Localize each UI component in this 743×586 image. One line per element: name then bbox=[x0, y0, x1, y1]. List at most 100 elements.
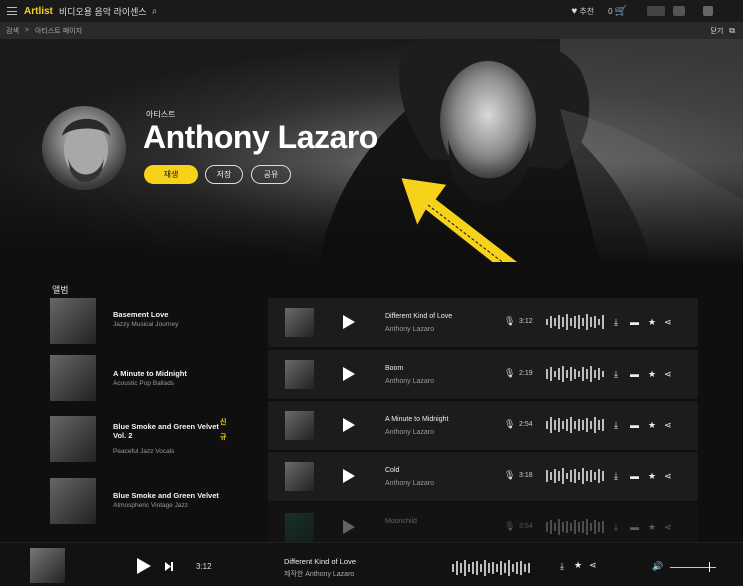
album-item[interactable]: Basement Love Jazzy Musical Journey bbox=[50, 298, 240, 344]
album-cover bbox=[50, 416, 96, 462]
folder-icon[interactable]: ▬ bbox=[630, 522, 639, 532]
recommend-link[interactable]: 추천 bbox=[579, 6, 594, 17]
track-artist[interactable]: Anthony Lazaro bbox=[385, 378, 434, 385]
play-icon[interactable] bbox=[343, 315, 355, 329]
track-name[interactable]: Different Kind of Love bbox=[385, 313, 452, 320]
share-icon[interactable]: ⋖ bbox=[664, 317, 672, 328]
artist-hero: 아티스트 Anthony Lazaro 재생 저장 공유 bbox=[0, 39, 743, 262]
vocal-icon: 🎙 bbox=[504, 368, 516, 378]
track-cover bbox=[285, 360, 314, 389]
volume-icon[interactable]: 🔊 bbox=[652, 561, 663, 572]
album-title[interactable]: Basement Love bbox=[113, 310, 223, 319]
volume-handle[interactable] bbox=[709, 562, 710, 572]
heart-icon[interactable]: ♥ bbox=[571, 6, 577, 17]
track-name[interactable]: Moonchild bbox=[385, 518, 417, 525]
breadcrumb-separator: > bbox=[24, 27, 29, 34]
player-time: 3:12 bbox=[196, 562, 212, 571]
star-icon[interactable]: ★ bbox=[648, 471, 656, 482]
track-cover bbox=[285, 308, 314, 337]
track-artist[interactable]: Anthony Lazaro bbox=[385, 480, 434, 487]
album-title[interactable]: A Minute to Midnight bbox=[113, 369, 223, 378]
breadcrumb-search[interactable]: 검색 bbox=[6, 26, 19, 36]
play-icon[interactable] bbox=[343, 469, 355, 483]
album-subtitle: Jazzy Musical Journey bbox=[113, 321, 179, 328]
vocal-icon: 🎙 bbox=[504, 521, 516, 531]
waveform[interactable] bbox=[546, 466, 608, 486]
play-icon[interactable] bbox=[343, 367, 355, 381]
track-duration: 2:19 bbox=[519, 370, 533, 377]
menu-icon[interactable] bbox=[7, 7, 17, 15]
player-share-icon[interactable]: ⋖ bbox=[589, 560, 597, 571]
top-bar: Artlist 비디오용 음악 라이센스 ⌕ ♥ 추천 0 🛒 bbox=[0, 0, 743, 22]
close-link[interactable]: 닫기 bbox=[710, 26, 723, 36]
nav-title[interactable]: 비디오용 음악 라이센스 bbox=[59, 5, 147, 18]
track-row[interactable]: Boom Anthony Lazaro 🎙 2:19 ⤓ ▬ ★ ⋖ bbox=[268, 350, 698, 399]
track-duration: 3:54 bbox=[519, 523, 533, 530]
cart-icon[interactable]: 🛒 bbox=[615, 6, 627, 17]
new-badge-char-2: 규 bbox=[220, 434, 227, 441]
album-subtitle: Acoustic Pop Ballads bbox=[113, 380, 175, 387]
logo[interactable]: Artlist bbox=[24, 6, 53, 17]
download-icon[interactable]: ⤓ bbox=[614, 522, 618, 533]
close-icon[interactable]: ⧉ bbox=[729, 26, 735, 36]
album-subtitle: Peaceful Jazz Vocals bbox=[113, 448, 175, 455]
album-title[interactable]: Blue Smoke and Green Velvet Vol. 2 bbox=[113, 422, 223, 440]
track-name[interactable]: A Minute to Midnight bbox=[385, 416, 448, 423]
star-icon[interactable]: ★ bbox=[648, 522, 656, 533]
star-icon[interactable]: ★ bbox=[648, 369, 656, 380]
new-badge-char-1: 신 bbox=[220, 419, 227, 426]
track-name[interactable]: Cold bbox=[385, 467, 399, 474]
waveform[interactable] bbox=[546, 517, 608, 537]
track-row[interactable]: A Minute to Midnight Anthony Lazaro 🎙 2:… bbox=[268, 401, 698, 450]
track-artist[interactable]: Anthony Lazaro bbox=[385, 429, 434, 436]
vocal-icon: 🎙 bbox=[504, 470, 516, 480]
track-artist[interactable]: Anthony Lazaro bbox=[385, 326, 434, 333]
waveform[interactable] bbox=[546, 415, 608, 435]
star-icon[interactable]: ★ bbox=[648, 317, 656, 328]
user-pill-2[interactable] bbox=[673, 6, 685, 16]
share-icon[interactable]: ⋖ bbox=[664, 471, 672, 482]
download-icon[interactable]: ⤓ bbox=[614, 471, 618, 482]
track-row[interactable]: Cold Anthony Lazaro 🎙 3:18 ⤓ ▬ ★ ⋖ bbox=[268, 452, 698, 501]
album-cover bbox=[50, 298, 96, 344]
player-star-icon[interactable]: ★ bbox=[574, 560, 582, 571]
album-item[interactable]: A Minute to Midnight Acoustic Pop Ballad… bbox=[50, 355, 240, 401]
waveform[interactable] bbox=[546, 312, 608, 332]
top-right: ♥ 추천 0 🛒 bbox=[571, 0, 743, 22]
next-icon[interactable] bbox=[165, 562, 173, 571]
search-icon[interactable]: ⌕ bbox=[152, 6, 158, 17]
album-subtitle: Atmospheric Vintage Jazz bbox=[113, 502, 189, 509]
waveform[interactable] bbox=[546, 364, 608, 384]
breadcrumb: 검색 > 아티스트 페이지 닫기 ⧉ bbox=[0, 22, 743, 39]
share-icon[interactable]: ⋖ bbox=[664, 522, 672, 533]
folder-icon[interactable]: ▬ bbox=[630, 471, 639, 481]
player-track-name[interactable]: Different Kind of Love bbox=[284, 557, 356, 566]
download-icon[interactable]: ⤓ bbox=[614, 317, 618, 328]
track-duration: 2:54 bbox=[519, 421, 533, 428]
cart-count: 0 bbox=[608, 6, 613, 16]
annotation-arrow-icon bbox=[398, 175, 521, 262]
track-row[interactable]: Different Kind of Love Anthony Lazaro 🎙 … bbox=[268, 298, 698, 347]
user-pill[interactable] bbox=[647, 6, 665, 16]
track-cover bbox=[285, 513, 314, 542]
play-icon[interactable] bbox=[343, 520, 355, 534]
album-title[interactable]: Blue Smoke and Green Velvet bbox=[113, 491, 223, 500]
track-name[interactable]: Boom bbox=[385, 365, 403, 372]
album-item[interactable]: Blue Smoke and Green Velvet Atmospheric … bbox=[50, 478, 240, 524]
folder-icon[interactable]: ▬ bbox=[630, 317, 639, 327]
share-icon[interactable]: ⋖ bbox=[664, 420, 672, 431]
download-icon[interactable]: ⤓ bbox=[614, 420, 618, 431]
player-waveform[interactable] bbox=[452, 558, 532, 578]
user-pill-3[interactable] bbox=[703, 6, 713, 16]
share-icon[interactable]: ⋖ bbox=[664, 369, 672, 380]
album-cover bbox=[50, 355, 96, 401]
folder-icon[interactable]: ▬ bbox=[630, 369, 639, 379]
album-item[interactable]: Blue Smoke and Green Velvet Vol. 2 Peace… bbox=[50, 416, 240, 462]
star-icon[interactable]: ★ bbox=[648, 420, 656, 431]
play-icon[interactable] bbox=[343, 418, 355, 432]
player-download-icon[interactable]: ⤓ bbox=[560, 561, 564, 572]
player-play-icon[interactable] bbox=[137, 558, 151, 574]
download-icon[interactable]: ⤓ bbox=[614, 369, 618, 380]
player-artist[interactable]: 제작한 Anthony Lazaro bbox=[284, 569, 354, 579]
folder-icon[interactable]: ▬ bbox=[630, 420, 639, 430]
